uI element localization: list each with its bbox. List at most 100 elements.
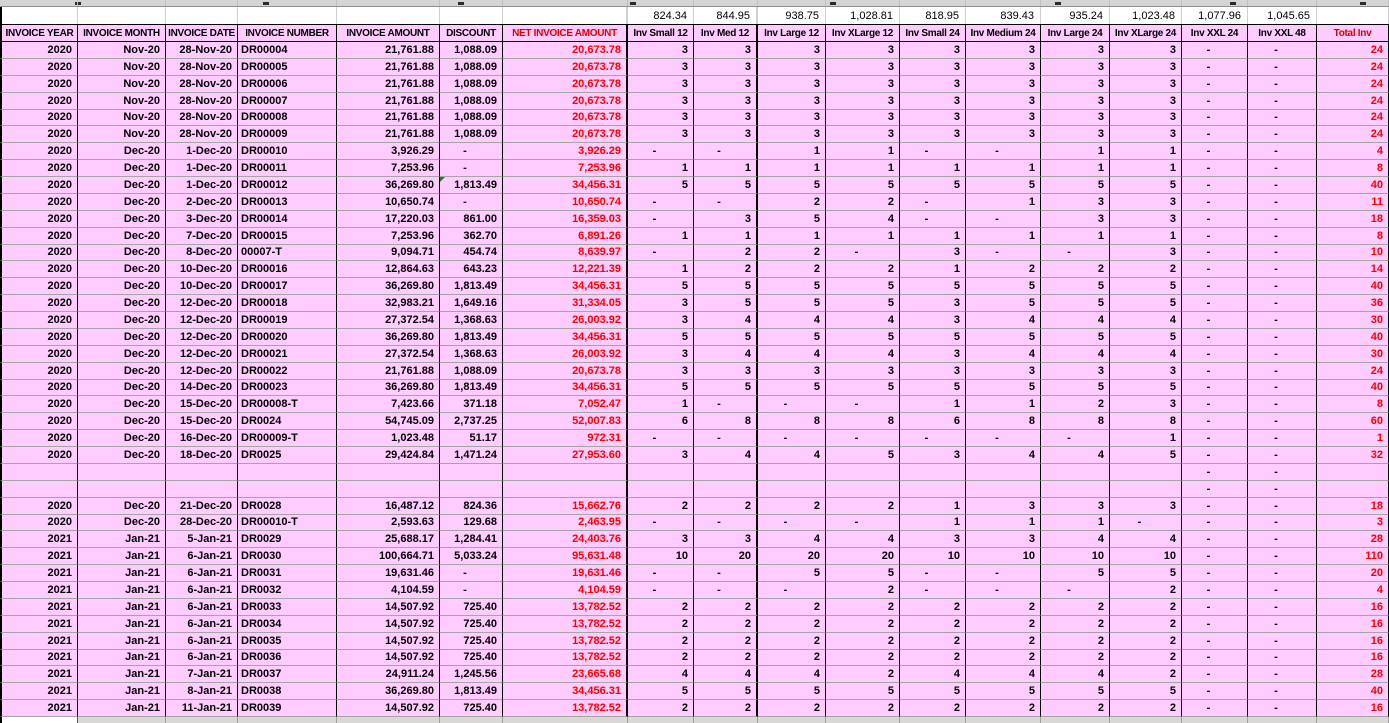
next-row-cell[interactable] <box>900 717 966 723</box>
price-cell[interactable]: 1,023.48 <box>1110 7 1182 24</box>
cell[interactable]: DR00009-T <box>238 430 337 447</box>
cell[interactable]: Nov-20 <box>78 42 166 59</box>
cell[interactable]: Dec-20 <box>78 261 166 279</box>
cell[interactable]: 34,456.31 <box>503 278 628 296</box>
cell[interactable]: 5 <box>758 379 826 397</box>
cell[interactable]: 4 <box>628 666 694 684</box>
cell[interactable] <box>166 480 238 498</box>
cell[interactable]: 2020 <box>0 447 78 464</box>
cell[interactable]: - <box>1248 75 1317 93</box>
cell[interactable]: 2020 <box>0 379 78 397</box>
cell[interactable]: 3 <box>1317 514 1389 532</box>
cell[interactable]: 20 <box>758 548 826 566</box>
cell[interactable]: 3 <box>694 126 758 144</box>
cell[interactable]: 5 <box>900 379 966 397</box>
cell[interactable]: 3 <box>628 126 694 144</box>
price-cell[interactable]: 844.95 <box>694 7 758 24</box>
cell[interactable]: 3 <box>1041 362 1110 380</box>
cell[interactable]: 1 <box>826 227 900 245</box>
cell[interactable]: 5 <box>758 328 826 346</box>
header-cell-invoice-year[interactable]: INVOICE YEAR <box>0 24 78 42</box>
cell[interactable]: 1 <box>900 514 966 532</box>
cell[interactable]: 4 <box>1041 345 1110 363</box>
cell[interactable]: 4 <box>1110 345 1182 363</box>
price-cell[interactable]: 824.34 <box>628 7 694 24</box>
cell[interactable]: 3 <box>826 126 900 144</box>
cell[interactable]: - <box>1248 632 1317 650</box>
header-cell-invoice-month[interactable]: INVOICE MONTH <box>78 24 166 42</box>
cell[interactable]: Jan-21 <box>78 582 166 599</box>
cell[interactable]: 2 <box>1110 700 1182 717</box>
cell[interactable]: - <box>1182 244 1248 262</box>
cell[interactable]: 3 <box>758 362 826 380</box>
cell[interactable]: 3 <box>694 92 758 110</box>
cell[interactable]: - <box>900 193 966 211</box>
cell[interactable]: - <box>1182 396 1248 414</box>
cell[interactable]: 20,673.78 <box>503 109 628 127</box>
cell[interactable]: Dec-20 <box>78 413 166 431</box>
cell[interactable]: 3 <box>628 295 694 312</box>
cell[interactable]: 2020 <box>0 109 78 127</box>
cell[interactable]: 5 <box>758 565 826 582</box>
header-cell-inv-xxl-24[interactable]: Inv XXL 24 <box>1182 24 1248 42</box>
cell[interactable]: Jan-21 <box>78 683 166 701</box>
cell[interactable]: 14 <box>1317 261 1389 279</box>
header-cell-total-inv[interactable]: Total Inv <box>1317 24 1389 42</box>
cell[interactable] <box>966 463 1041 481</box>
cell[interactable]: 18 <box>1317 210 1389 228</box>
cell[interactable]: 2 <box>628 615 694 633</box>
cell[interactable]: - <box>966 244 1041 262</box>
cell[interactable]: 2 <box>758 261 826 279</box>
cell[interactable]: - <box>694 193 758 211</box>
cell[interactable]: 10 <box>900 548 966 566</box>
cell[interactable]: 32 <box>1317 447 1389 464</box>
cell[interactable]: 7,253.96 <box>337 227 440 245</box>
cell[interactable]: 4 <box>1041 666 1110 684</box>
cell[interactable]: 1 <box>1110 430 1182 447</box>
cell[interactable]: 14,507.92 <box>337 649 440 667</box>
cell[interactable]: 5 <box>1110 447 1182 464</box>
cell[interactable]: 10-Dec-20 <box>166 278 238 296</box>
cell[interactable] <box>1317 463 1389 481</box>
cell[interactable]: 2 <box>1041 632 1110 650</box>
cell[interactable]: 2 <box>966 261 1041 279</box>
cell[interactable]: 2020 <box>0 193 78 211</box>
cell[interactable]: 3 <box>628 58 694 76</box>
cell[interactable]: 1 <box>1110 143 1182 161</box>
cell[interactable]: 1 <box>1110 227 1182 245</box>
cell[interactable]: 15-Dec-20 <box>166 413 238 431</box>
cell[interactable]: 3 <box>1041 497 1110 515</box>
cell[interactable]: Dec-20 <box>78 447 166 464</box>
cell[interactable]: - <box>1182 42 1248 59</box>
cell[interactable]: 8 <box>1317 160 1389 177</box>
cell[interactable]: 3 <box>1041 75 1110 93</box>
cell[interactable]: DR0033 <box>238 598 337 616</box>
cell[interactable]: 1 <box>900 227 966 245</box>
cell[interactable]: 5 <box>1041 177 1110 194</box>
cell[interactable]: 4 <box>966 345 1041 363</box>
cell[interactable]: - <box>694 565 758 582</box>
cell[interactable]: 2 <box>826 261 900 279</box>
cell[interactable]: - <box>1248 109 1317 127</box>
cell[interactable]: 1,245.56 <box>440 666 503 684</box>
cell[interactable]: 5 <box>966 683 1041 701</box>
cell[interactable]: 3 <box>1041 42 1110 59</box>
cell[interactable]: Dec-20 <box>78 143 166 161</box>
price-cell[interactable] <box>440 7 503 24</box>
cell[interactable]: - <box>1248 598 1317 616</box>
cell[interactable]: - <box>1248 514 1317 532</box>
cell[interactable]: DR0029 <box>238 531 337 549</box>
cell[interactable]: 4,104.59 <box>503 582 628 599</box>
cell[interactable]: 2020 <box>0 497 78 515</box>
cell[interactable]: 3 <box>628 42 694 59</box>
cell[interactable]: 52,007.83 <box>503 413 628 431</box>
cell[interactable] <box>238 463 337 481</box>
cell[interactable]: 40 <box>1317 683 1389 701</box>
cell[interactable]: 1,649.16 <box>440 295 503 312</box>
cell[interactable]: 5 <box>628 379 694 397</box>
cell[interactable]: 13,782.52 <box>503 632 628 650</box>
cell[interactable]: DR0024 <box>238 413 337 431</box>
cell[interactable]: 3 <box>826 92 900 110</box>
cell[interactable]: DR00012 <box>238 177 337 194</box>
cell[interactable]: - <box>1248 666 1317 684</box>
